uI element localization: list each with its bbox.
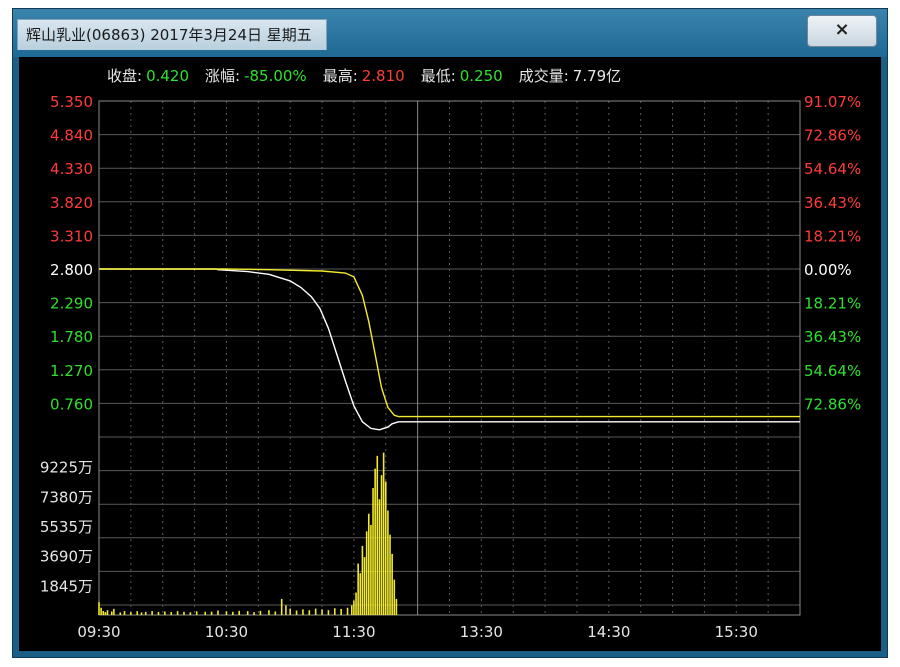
price-tick-label: 4.840 bbox=[50, 127, 93, 145]
price-tick-label: 2.290 bbox=[50, 295, 93, 313]
price-tick-label: 2.800 bbox=[50, 261, 93, 279]
stat-label-4: 成交量: bbox=[519, 67, 569, 85]
time-tick-label: 09:30 bbox=[77, 623, 120, 641]
time-tick-label: 11:30 bbox=[332, 623, 375, 641]
stat-value-1: -85.00% bbox=[244, 67, 307, 85]
time-tick-label: 10:30 bbox=[205, 623, 248, 641]
stat-label-3: 最低: bbox=[421, 67, 456, 85]
price-tick-label: 1.780 bbox=[50, 328, 93, 346]
pct-tick-label: 54.64% bbox=[804, 160, 861, 178]
price-tick-label: 3.310 bbox=[50, 227, 93, 245]
stat-label-0: 收盘: bbox=[107, 67, 142, 85]
pct-tick-label: 18.21% bbox=[804, 227, 861, 245]
intraday-chart: 收盘: 0.420 涨幅: -85.00% 最高: 2.810 最低: 0.250 成交量: 7.… bbox=[40, 67, 861, 641]
chart-window: 辉山乳业(06863) 2017年3月24日 星期五 × 收盘: 0.420 涨幅:… bbox=[12, 8, 888, 658]
pct-tick-label: 72.86% bbox=[804, 127, 861, 145]
close-button[interactable]: × bbox=[807, 15, 877, 47]
volume-tick-label: 9225万 bbox=[40, 459, 93, 477]
time-tick-label: 15:30 bbox=[715, 623, 758, 641]
price-tick-label: 0.760 bbox=[50, 395, 93, 413]
price-tick-label: 3.820 bbox=[50, 194, 93, 212]
volume-tick-label: 3690万 bbox=[40, 548, 93, 566]
stat-label-2: 最高: bbox=[323, 67, 358, 85]
window-title: 辉山乳业(06863) 2017年3月24日 星期五 bbox=[17, 19, 327, 50]
stat-value-3: 0.250 bbox=[460, 67, 503, 85]
time-tick-label: 13:30 bbox=[460, 623, 503, 641]
stat-value-0: 0.420 bbox=[146, 67, 189, 85]
pct-tick-label: 54.64% bbox=[804, 362, 861, 380]
price-tick-label: 5.350 bbox=[50, 93, 93, 111]
volume-tick-label: 7380万 bbox=[40, 488, 93, 506]
pct-tick-label: 72.86% bbox=[804, 395, 861, 413]
chart-panel: 收盘: 0.420 涨幅: -85.00% 最高: 2.810 最低: 0.250 成交量: 7.… bbox=[19, 57, 881, 651]
pct-tick-label: 36.43% bbox=[804, 328, 861, 346]
pct-tick-label: 91.07% bbox=[804, 93, 861, 111]
volume-tick-label: 5535万 bbox=[40, 518, 93, 536]
pct-tick-label: 18.21% bbox=[804, 295, 861, 313]
price-tick-label: 1.270 bbox=[50, 362, 93, 380]
pct-tick-label: 36.43% bbox=[804, 194, 861, 212]
price-tick-label: 4.330 bbox=[50, 160, 93, 178]
stat-value-2: 2.810 bbox=[362, 67, 405, 85]
stat-value-4: 7.79亿 bbox=[573, 67, 621, 85]
time-tick-label: 14:30 bbox=[587, 623, 630, 641]
pct-tick-label: 0.00% bbox=[804, 261, 852, 279]
stat-label-1: 涨幅: bbox=[205, 67, 240, 85]
title-bar[interactable]: 辉山乳业(06863) 2017年3月24日 星期五 × bbox=[13, 9, 887, 57]
volume-tick-label: 1845万 bbox=[40, 577, 93, 595]
